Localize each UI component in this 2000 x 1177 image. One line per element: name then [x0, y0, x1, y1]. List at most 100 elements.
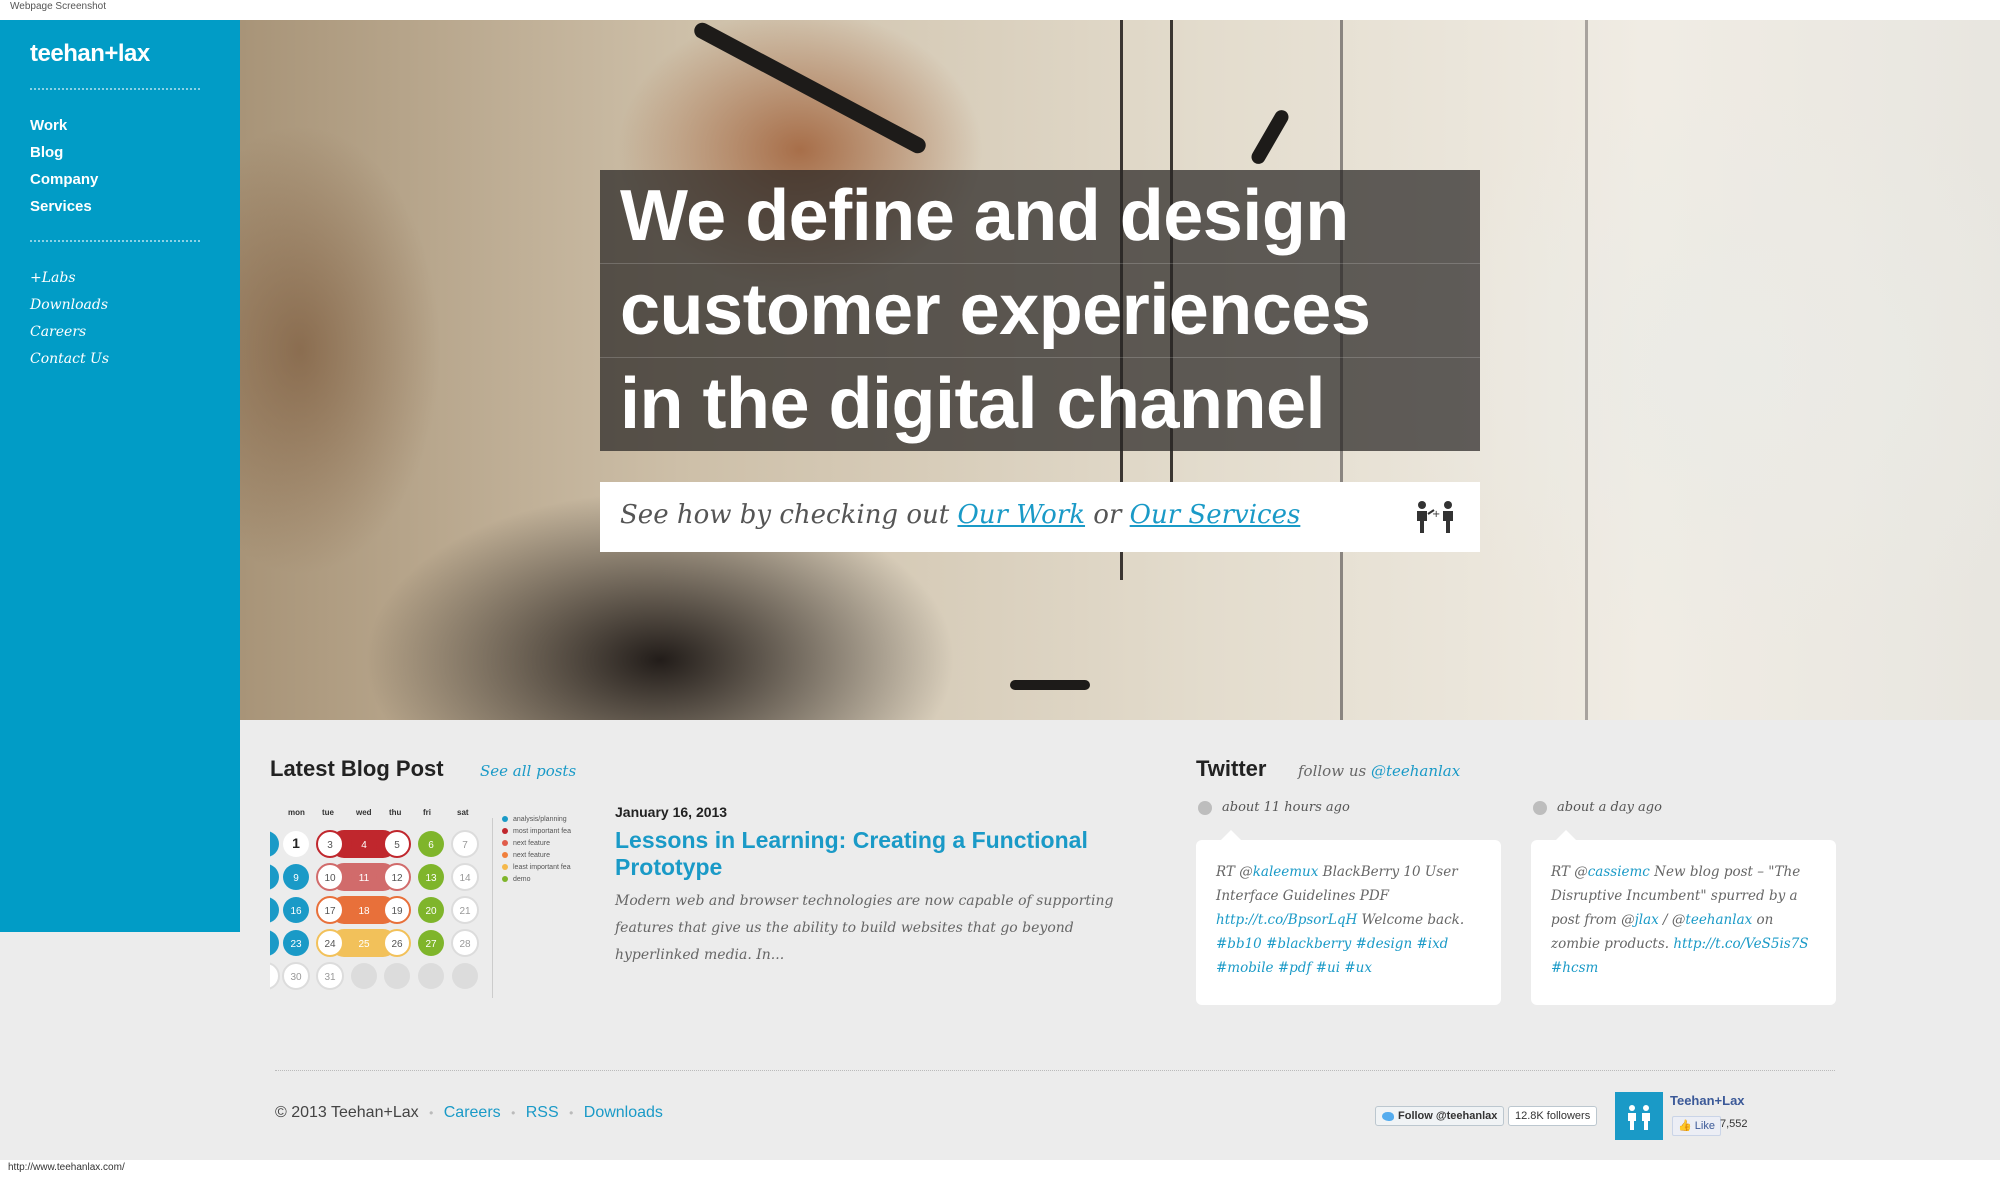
headline-line: customer experiences: [600, 264, 1480, 358]
tweet-link[interactable]: #ixd: [1416, 936, 1448, 952]
calendar-day-circle: [452, 963, 478, 989]
legend-dot: [502, 864, 508, 871]
tweet-link[interactable]: jlax: [1635, 912, 1659, 928]
calendar-legend: analysis/planning most important fea next …: [502, 814, 571, 886]
nav-item-contact[interactable]: Contact Us: [30, 346, 109, 373]
calendar-day-number: 5: [394, 840, 400, 851]
tweet-link[interactable]: kaleemux: [1253, 864, 1319, 880]
legend-item: demo: [502, 874, 571, 886]
tweet-meta: about 11 hours ago: [1198, 800, 1350, 815]
hero-banner: We define and design customer experience…: [240, 20, 2000, 720]
calendar-day-number: 17: [324, 906, 336, 917]
calendar-divider: [492, 818, 493, 998]
legend-item: analysis/planning: [502, 814, 571, 826]
footer-rss-link[interactable]: RSS: [526, 1104, 559, 1121]
cta-text: See how by checking out Our Work or Our …: [620, 500, 1300, 530]
calendar-day-number: 13: [425, 873, 437, 884]
sidebar-divider: [30, 240, 200, 242]
tweet-text-segment: RT @: [1551, 864, 1588, 880]
nav-item-labs[interactable]: +Labs: [30, 265, 109, 292]
headline-line: We define and design: [600, 170, 1480, 264]
tweet-link[interactable]: http://t.co/VeS5is7S: [1673, 936, 1808, 952]
tweet-link[interactable]: #ux: [1344, 960, 1372, 976]
nav-item-company[interactable]: Company: [30, 166, 98, 193]
post-title-link[interactable]: Lessons in Learning: Creating a Function…: [615, 827, 1145, 881]
separator-dot: •: [569, 1106, 574, 1120]
twitter-heading: Twitter: [1196, 756, 1267, 781]
calendar-day-number: 25: [358, 939, 370, 950]
our-work-link[interactable]: Our Work: [957, 500, 1085, 530]
nav-item-services[interactable]: Services: [30, 193, 98, 220]
window-title-bar: Webpage Screenshot: [0, 0, 2000, 20]
people-icon: [1628, 1105, 1650, 1130]
like-label: Like: [1694, 1120, 1715, 1132]
tweet-link[interactable]: #pdf: [1278, 960, 1312, 976]
calendar-day-number: 4: [361, 840, 367, 851]
twitter-handle-link[interactable]: @teehanlax: [1371, 762, 1460, 780]
people-icon: +: [1417, 501, 1453, 533]
legend-item: least important fea: [502, 862, 571, 874]
sidebar-divider: [30, 88, 200, 90]
calendar-day-number: 16: [290, 906, 302, 917]
marker-decoration: [691, 20, 929, 157]
bird-icon: [1198, 800, 1212, 815]
tweet-link[interactable]: http://t.co/BpsorLqH: [1216, 912, 1357, 928]
facebook-like-button[interactable]: 👍 Like: [1672, 1116, 1721, 1136]
marker-decoration: [1010, 680, 1090, 690]
nav-item-downloads[interactable]: Downloads: [30, 292, 109, 319]
calendar-day-circle: [270, 864, 279, 890]
calendar-day-number: 21: [459, 906, 471, 917]
calendar-day-number: 19: [391, 906, 403, 917]
calendar-day-number: 20: [425, 906, 437, 917]
twitter-bird-icon: [1382, 1111, 1394, 1121]
legend-item: next feature: [502, 838, 571, 850]
see-all-posts-link[interactable]: See all posts: [480, 762, 576, 780]
separator-dot: •: [429, 1106, 434, 1120]
calendar-day-number: 10: [324, 873, 336, 884]
tweet-card: RT @cassiemc New blog post – "The Disrup…: [1531, 830, 1836, 1005]
footer-careers-link[interactable]: Careers: [444, 1104, 501, 1121]
site-logo[interactable]: teehan+lax: [30, 40, 150, 68]
legend-label: next feature: [513, 840, 550, 847]
tweet-link[interactable]: #bb10: [1216, 936, 1262, 952]
our-services-link[interactable]: Our Services: [1130, 500, 1301, 530]
calendar-day-circle: [270, 962, 280, 990]
cta-prefix: See how by checking out: [620, 500, 950, 530]
twitter-follow-button[interactable]: Follow @teehanlax: [1375, 1106, 1505, 1126]
bird-icon: [1533, 800, 1547, 815]
marker-decoration: [1248, 107, 1292, 167]
nav-item-work[interactable]: Work: [30, 112, 98, 139]
tweet-link[interactable]: #blackberry: [1266, 936, 1351, 952]
tweet-link[interactable]: teehanlax: [1685, 912, 1752, 928]
separator-dot: •: [511, 1106, 516, 1120]
followers-count: 12.8K followers: [1508, 1106, 1598, 1126]
legend-dot: [502, 828, 508, 835]
tweet-text: RT @kaleemux BlackBerry 10 User Interfac…: [1216, 860, 1486, 980]
calendar-day-number: 27: [425, 939, 437, 950]
calendar-day-number: 12: [391, 873, 403, 884]
facebook-page-thumbnail[interactable]: [1615, 1092, 1663, 1140]
footer-divider: [275, 1070, 1835, 1071]
status-url: http://www.teehanlax.com/: [8, 1162, 125, 1173]
copyright: © 2013 Teehan+Lax: [275, 1104, 419, 1121]
nav-item-blog[interactable]: Blog: [30, 139, 98, 166]
tweet-link[interactable]: #hcsm: [1551, 960, 1598, 976]
follow-prefix: follow us: [1298, 762, 1367, 780]
tweet-meta: about a day ago: [1533, 800, 1662, 815]
calendar-day-number: 7: [462, 840, 468, 851]
follow-button-label: Follow @teehanlax: [1398, 1110, 1498, 1122]
tweet-link[interactable]: #mobile: [1216, 960, 1274, 976]
svg-text:+: +: [1432, 509, 1440, 520]
nav-item-careers[interactable]: Careers: [30, 319, 109, 346]
legend-item: most important fea: [502, 826, 571, 838]
calendar-day-number: 31: [324, 972, 336, 983]
tweet-link[interactable]: #design: [1356, 936, 1413, 952]
tweet-link[interactable]: #ui: [1316, 960, 1340, 976]
footer-downloads-link[interactable]: Downloads: [584, 1104, 663, 1121]
cta-or: or: [1093, 500, 1122, 530]
tweet-link[interactable]: cassiemc: [1588, 864, 1650, 880]
facebook-page-name[interactable]: Teehan+Lax: [1670, 1093, 1745, 1108]
window-title: Webpage Screenshot: [10, 1, 106, 12]
tweet-time: about 11 hours ago: [1222, 800, 1350, 815]
blog-thumbnail-calendar[interactable]: mon tue wed thu fri sat 1 3 4 5 6 7 9 10 11 12 13 14 16 17…: [270, 808, 590, 1008]
